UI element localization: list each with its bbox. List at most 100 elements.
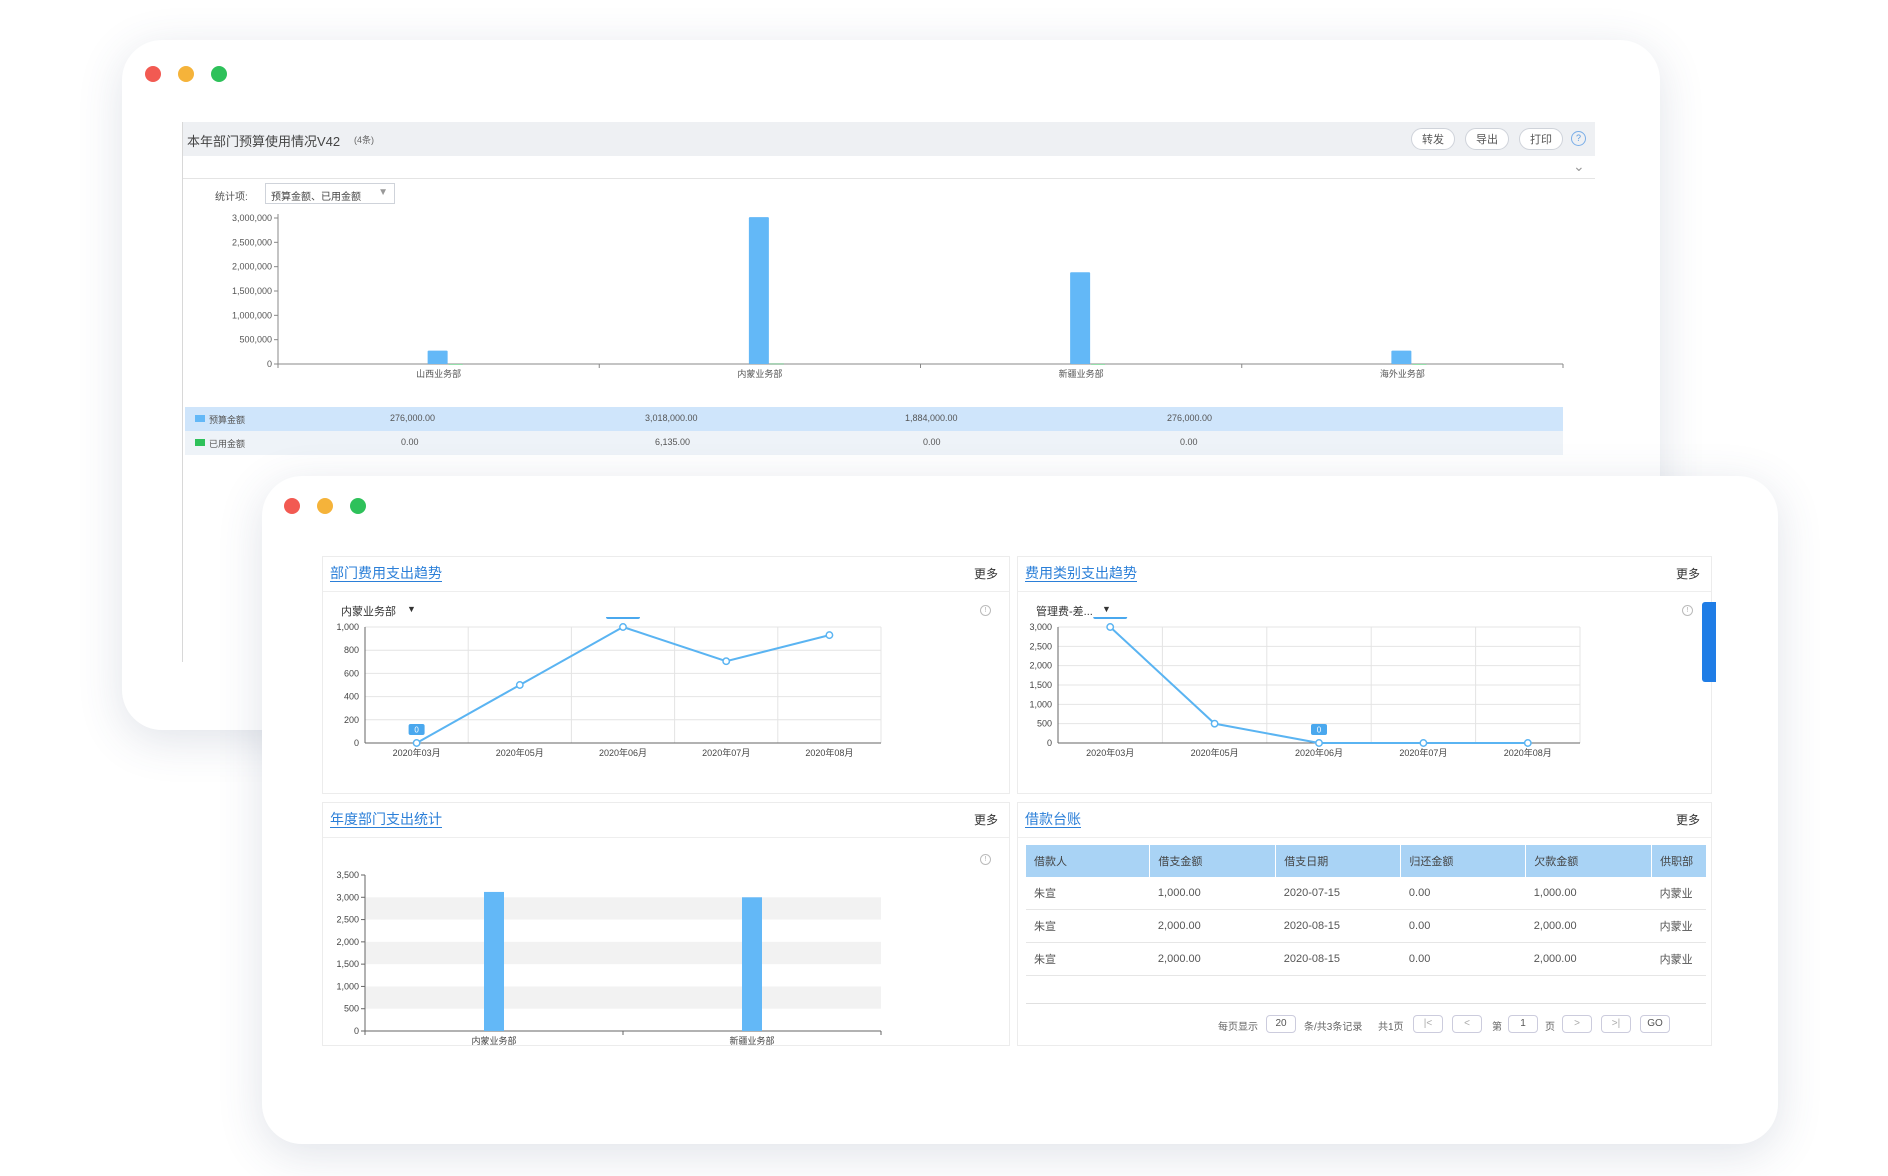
panel-title[interactable]: 借款台账 bbox=[1025, 809, 1081, 829]
maximize-dot[interactable] bbox=[211, 66, 227, 82]
ledger-table: 借款人 借支金额 借支日期 归还金额 欠款金额 供职部 朱宣 1,000.00 … bbox=[1026, 845, 1706, 976]
legend-swatch-used bbox=[195, 439, 205, 446]
x-tick-label: 2020年05月 bbox=[1191, 747, 1239, 758]
bar-budget bbox=[1070, 272, 1091, 364]
cell: 朱宣 bbox=[1026, 909, 1150, 943]
dropdown-arrow-icon: ▼ bbox=[378, 187, 388, 198]
y-tick-label: 400 bbox=[344, 692, 359, 702]
data-point bbox=[1210, 719, 1219, 728]
last-page-icon[interactable]: >| bbox=[1601, 1015, 1631, 1033]
total-pages: 共1页 bbox=[1378, 1022, 1404, 1033]
more-link[interactable]: 更多 bbox=[1676, 811, 1700, 828]
go-button[interactable]: GO bbox=[1640, 1015, 1670, 1033]
pagination-divider bbox=[1026, 1003, 1706, 1004]
next-page-icon[interactable]: > bbox=[1562, 1015, 1592, 1033]
category-trend-line-chart: 3,000 2,500 2,000 1,500 1,000 500 0 2020年03月 202… bbox=[1029, 617, 1581, 758]
y-tick-label: 1,000,000 bbox=[232, 310, 272, 320]
info-icon[interactable]: ! bbox=[980, 605, 991, 616]
header-divider bbox=[183, 178, 1595, 179]
cell: 内蒙业 bbox=[1651, 909, 1706, 943]
panel-divider bbox=[323, 591, 1009, 592]
dept-trend-line-chart: 1,000 800 600 400 200 0 2020年03月 2020年05月 2020年0… bbox=[336, 617, 882, 758]
data-label: 3000 bbox=[1101, 617, 1119, 619]
y-tick-label: 1,500 bbox=[1029, 680, 1052, 690]
y-tick-label: 0 bbox=[354, 738, 359, 748]
table-row[interactable]: 朱宣 2,000.00 2020-08-15 0.00 2,000.00 内蒙业 bbox=[1026, 909, 1706, 943]
more-link[interactable]: 更多 bbox=[974, 565, 998, 582]
legend-swatch-budget bbox=[195, 415, 205, 422]
column-header[interactable]: 借支日期 bbox=[1275, 845, 1402, 877]
first-page-icon[interactable]: |< bbox=[1413, 1015, 1443, 1033]
used-value: 0.00 bbox=[923, 437, 941, 447]
cell: 2,000.00 bbox=[1149, 942, 1276, 976]
bar-budget bbox=[427, 350, 448, 364]
minimize-dot[interactable] bbox=[178, 66, 194, 82]
cell: 2020-08-15 bbox=[1275, 942, 1401, 976]
budget-value: 1,884,000.00 bbox=[905, 413, 958, 423]
filter-select[interactable]: 预算金额、已用金额 ▼ bbox=[265, 183, 395, 204]
panel-loans: 借款台账 更多 借款人 借支金额 借支日期 归还金额 欠款金额 供职部 朱宣 1… bbox=[1017, 802, 1712, 1046]
print-button[interactable]: 打印 bbox=[1519, 128, 1563, 150]
table-row[interactable]: 朱宣 2,000.00 2020-08-15 0.00 2,000.00 内蒙业 bbox=[1026, 942, 1706, 976]
y-tick-label: 200 bbox=[344, 715, 359, 725]
column-header[interactable]: 归还金额 bbox=[1400, 845, 1527, 877]
cell: 2,000.00 bbox=[1149, 909, 1276, 943]
more-link[interactable]: 更多 bbox=[1676, 565, 1700, 582]
y-tick-label: 500 bbox=[1037, 719, 1052, 729]
bar-used bbox=[448, 364, 463, 365]
records-summary: 条/共3条记录 bbox=[1304, 1022, 1363, 1033]
page-input[interactable]: 1 bbox=[1508, 1015, 1538, 1033]
prev-page-icon[interactable]: < bbox=[1452, 1015, 1482, 1033]
ledger-table-wrap: 借款人 借支金额 借支日期 归还金额 欠款金额 供职部 朱宣 1,000.00 … bbox=[1026, 845, 1706, 976]
data-label: 1000 bbox=[614, 617, 632, 619]
cell: 朱宣 bbox=[1026, 942, 1150, 976]
export-button[interactable]: 导出 bbox=[1465, 128, 1509, 150]
column-header[interactable]: 欠款金额 bbox=[1525, 845, 1653, 877]
series-line bbox=[416, 625, 830, 744]
table-row[interactable]: 朱宣 1,000.00 2020-07-15 0.00 1,000.00 内蒙业 bbox=[1026, 877, 1706, 910]
help-icon[interactable]: ? bbox=[1571, 131, 1586, 146]
column-header[interactable]: 借款人 bbox=[1026, 845, 1151, 877]
data-point bbox=[1315, 739, 1323, 747]
minimize-dot[interactable] bbox=[317, 498, 333, 514]
data-point bbox=[412, 739, 421, 747]
more-link[interactable]: 更多 bbox=[974, 811, 998, 828]
column-header[interactable]: 供职部 bbox=[1651, 845, 1706, 877]
y-tick-label: 3,500 bbox=[336, 870, 359, 880]
cell: 2,000.00 bbox=[1525, 942, 1652, 976]
y-tick-label: 2,000 bbox=[336, 937, 359, 947]
x-tick-label: 2020年03月 bbox=[393, 747, 441, 758]
page-prefix: 第 bbox=[1492, 1022, 1502, 1033]
forward-button[interactable]: 转发 bbox=[1411, 128, 1455, 150]
y-tick-label: 1,500 bbox=[336, 959, 359, 969]
collapse-chevron-icon[interactable]: ⌄ bbox=[1573, 158, 1585, 175]
filter-label: 统计项: bbox=[215, 192, 248, 203]
x-tick-label: 2020年07月 bbox=[702, 747, 750, 758]
close-dot[interactable] bbox=[145, 66, 161, 82]
maximize-dot[interactable] bbox=[350, 498, 366, 514]
dropdown-arrow-icon[interactable]: ▼ bbox=[407, 604, 416, 614]
floating-side-tab[interactable] bbox=[1702, 602, 1716, 682]
dropdown-arrow-icon[interactable]: ▼ bbox=[1102, 604, 1111, 614]
panel-divider bbox=[1018, 837, 1711, 838]
per-page-input[interactable]: 20 bbox=[1266, 1015, 1296, 1033]
data-point bbox=[722, 657, 731, 666]
y-tick-label: 600 bbox=[344, 668, 359, 678]
cell: 1,000.00 bbox=[1149, 877, 1276, 910]
panel-title[interactable]: 费用类别支出趋势 bbox=[1025, 563, 1137, 583]
report-count: (4条) bbox=[354, 135, 374, 145]
cell: 2,000.00 bbox=[1525, 909, 1652, 943]
data-point bbox=[515, 681, 524, 689]
panel-title[interactable]: 年度部门支出统计 bbox=[330, 809, 442, 829]
bar-used bbox=[1091, 364, 1106, 365]
y-tick-label: 0 bbox=[267, 359, 272, 369]
budget-value: 3,018,000.00 bbox=[645, 413, 698, 423]
panel-title[interactable]: 部门费用支出趋势 bbox=[330, 563, 442, 583]
budget-bar-chart: 3,000,000 2,500,000 2,000,000 1,500,000 1,00… bbox=[232, 213, 1564, 379]
column-header[interactable]: 借支金额 bbox=[1149, 845, 1277, 877]
close-dot[interactable] bbox=[284, 498, 300, 514]
data-point bbox=[1523, 739, 1532, 747]
bar-used bbox=[769, 363, 784, 365]
cell: 朱宣 bbox=[1026, 877, 1150, 910]
info-icon[interactable]: ! bbox=[1682, 605, 1693, 616]
